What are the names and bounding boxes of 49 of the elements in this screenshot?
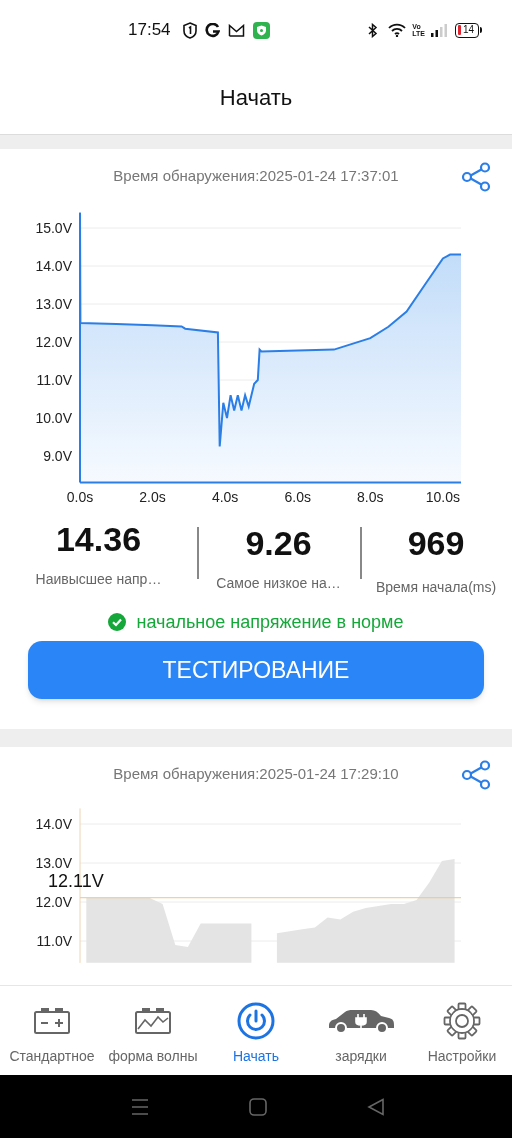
- app-shield-icon: [252, 21, 270, 39]
- share-icon[interactable]: [460, 758, 492, 791]
- stat-label: Время начала(ms): [375, 578, 497, 597]
- battery-level: 14: [463, 25, 475, 35]
- page-title: Начать: [219, 83, 293, 112]
- stat-label: Самое низкое на…: [216, 574, 341, 593]
- axis-label: 11.0V: [36, 372, 72, 388]
- nav-tab[interactable]: Стандартное: [0, 990, 104, 1071]
- axis-label: 13.0V: [35, 855, 72, 871]
- g-logo-icon: [204, 22, 220, 38]
- result-message: начальное напряжение в норме: [136, 610, 404, 634]
- axis-label: 9.0V: [43, 448, 72, 464]
- axis-label: 10.0V: [35, 410, 72, 426]
- nav-tab[interactable]: Настройки: [412, 990, 512, 1071]
- axis-label: 4.0s: [211, 488, 239, 505]
- check-circle-icon: [108, 613, 127, 631]
- share-icon[interactable]: [460, 160, 492, 193]
- axis-label: 14.0V: [35, 258, 72, 274]
- axis-label: 2.0s: [139, 488, 166, 505]
- axis-label: 10.0s: [425, 488, 460, 505]
- axis-label: 11.0V: [36, 933, 72, 949]
- axis-label: 8.0s: [357, 488, 384, 505]
- axis-label: 12.0V: [35, 894, 72, 910]
- stat-value: 14.36: [55, 519, 142, 560]
- axis-label: 15.0V: [35, 220, 72, 236]
- bluetooth-icon: [368, 22, 379, 38]
- signal-icon: [431, 23, 447, 37]
- axis-label: 12.0V: [35, 334, 72, 350]
- stat-label: Наивысшее напр…: [35, 570, 162, 589]
- mail-icon: [227, 23, 245, 37]
- axis-label: 6.0s: [284, 488, 311, 505]
- home-icon[interactable]: [249, 1097, 267, 1116]
- stat-value: 9.26: [245, 523, 312, 564]
- back-icon[interactable]: [367, 1097, 385, 1116]
- shield-icon: [182, 21, 197, 39]
- detection-time: Время обнаружения:2025-01-24 17:29:10: [112, 764, 400, 785]
- nav-tab[interactable]: Начать: [202, 990, 310, 1071]
- stat-value: 969: [407, 523, 465, 564]
- axis-label: 13.0V: [35, 296, 72, 312]
- status-time: 17:54: [128, 19, 171, 42]
- test-button[interactable]: ТЕСТИРОВАНИЕ: [28, 641, 484, 699]
- axis-label: 0.0s: [66, 488, 94, 505]
- wifi-icon: [388, 23, 407, 37]
- axis-label: 14.0V: [35, 816, 72, 832]
- nav-tab[interactable]: зарядки: [310, 990, 412, 1071]
- menu-icon[interactable]: [131, 1097, 149, 1116]
- nav-tab[interactable]: форма волны: [104, 990, 202, 1071]
- detection-time: Время обнаружения:2025-01-24 17:37:01: [112, 166, 400, 187]
- reference-value: 12.11V: [48, 870, 104, 891]
